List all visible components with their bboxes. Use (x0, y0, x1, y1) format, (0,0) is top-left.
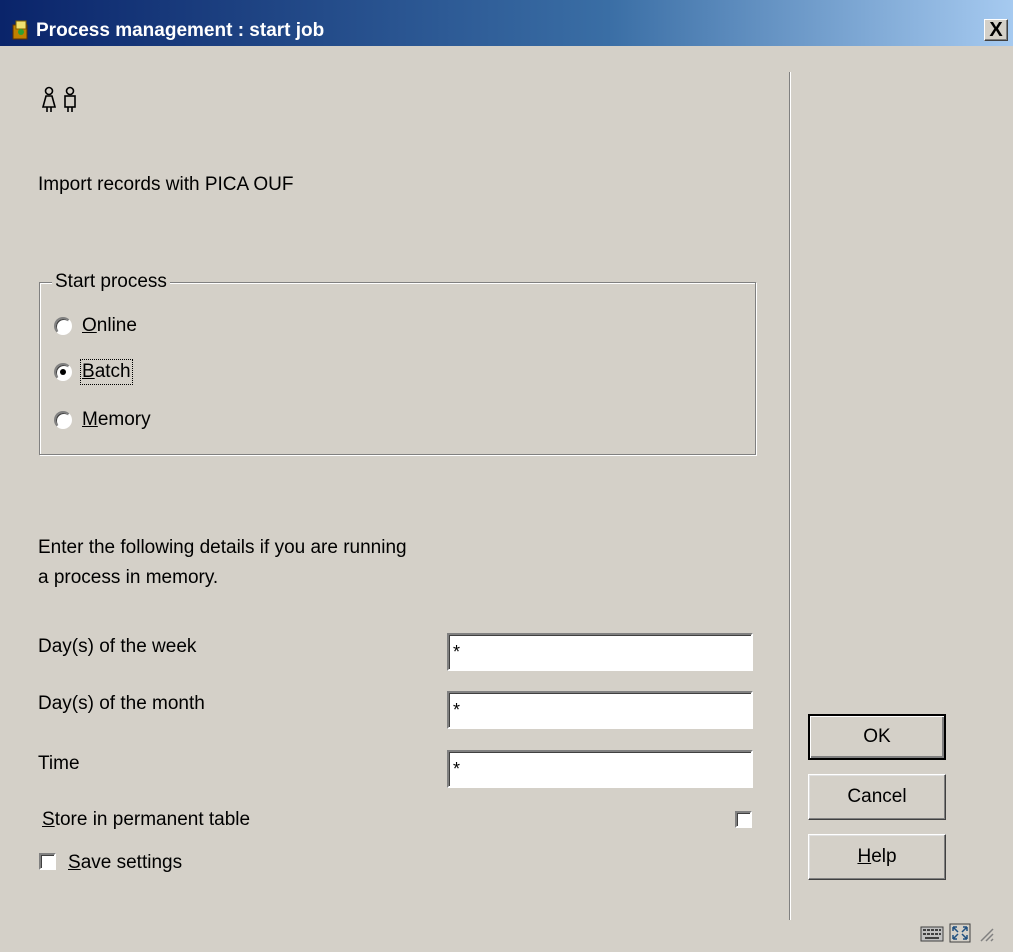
store-permanent-checkbox[interactable] (735, 811, 752, 828)
days-of-week-field[interactable] (447, 633, 753, 671)
people-icon (40, 86, 84, 114)
radio-batch-label: Batch (80, 359, 133, 385)
radio-online[interactable]: Online (54, 314, 137, 338)
help-button[interactable]: Help (808, 834, 946, 880)
start-process-legend: Start process (52, 270, 170, 294)
days-of-month-label: Day(s) of the month (38, 693, 205, 714)
app-icon (10, 19, 32, 41)
cancel-button[interactable]: Cancel (808, 774, 946, 820)
time-label: Time (38, 753, 80, 774)
window-title: Process management : start job (36, 20, 325, 41)
memory-instruction-line1: Enter the following details if you are r… (38, 537, 407, 558)
maximize-icon[interactable] (948, 922, 972, 949)
time-field[interactable] (447, 750, 753, 788)
close-icon: X (989, 19, 1003, 41)
store-permanent-label: Store in permanent table (42, 809, 251, 830)
radio-memory[interactable]: Memory (54, 408, 151, 432)
vertical-separator (789, 72, 791, 920)
radio-batch-button[interactable] (54, 363, 72, 381)
memory-instruction-line2: a process in memory. (38, 567, 219, 588)
close-button[interactable]: X (984, 19, 1008, 41)
dialog-window: Process management : start job X Import … (0, 0, 1013, 952)
days-of-week-label: Day(s) of the week (38, 636, 197, 657)
radio-memory-label: Memory (82, 409, 151, 430)
radio-online-label: Online (82, 315, 137, 336)
title-bar[interactable]: Process management : start job X (0, 0, 1013, 46)
radio-memory-button[interactable] (54, 411, 72, 429)
ok-button[interactable]: OK (808, 714, 946, 760)
radio-batch[interactable]: Batch (54, 359, 133, 385)
save-settings-label: Save settings (68, 852, 183, 873)
days-of-month-field[interactable] (447, 691, 753, 729)
status-icons (920, 923, 994, 947)
process-description: Import records with PICA OUF (38, 174, 294, 195)
keyboard-icon[interactable] (920, 923, 944, 948)
resize-grip-icon[interactable] (976, 924, 994, 947)
save-settings-checkbox[interactable] (39, 853, 56, 870)
radio-online-button[interactable] (54, 317, 72, 335)
